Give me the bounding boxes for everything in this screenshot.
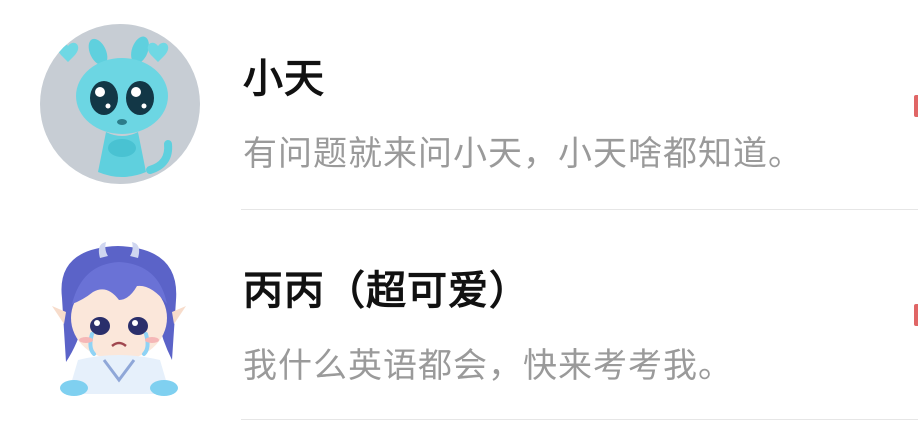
edge-indicator	[914, 304, 918, 326]
crying-anime-character-icon	[52, 242, 186, 396]
contact-name: 丙丙（超可爱）	[243, 268, 530, 314]
contact-name: 小天	[243, 56, 325, 102]
contact-item-xiaotian[interactable]: 小天 有问题就来问小天，小天啥都知道。	[0, 0, 918, 212]
avatar[interactable]	[44, 238, 194, 398]
row-divider	[241, 209, 918, 210]
contact-item-bingbing[interactable]: 丙丙（超可爱） 我什么英语都会，快来考考我。	[0, 212, 918, 445]
avatar[interactable]	[40, 24, 200, 184]
edge-indicator	[914, 95, 918, 117]
contact-list: 小天 有问题就来问小天，小天啥都知道。 丙丙（超可爱） 我什么英语都会，快来考考…	[0, 0, 918, 445]
teal-alien-mascot-icon	[57, 36, 173, 177]
row-divider	[241, 419, 918, 420]
contact-description: 我什么英语都会，快来考考我。	[243, 346, 733, 386]
contact-description: 有问题就来问小天，小天啥都知道。	[243, 134, 803, 174]
